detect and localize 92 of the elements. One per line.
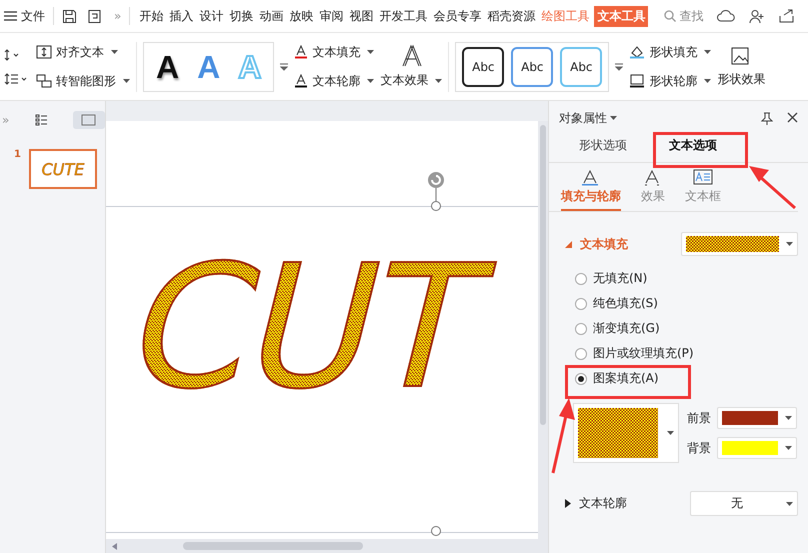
menu-tab[interactable]: 放映 xyxy=(288,6,314,26)
caret-icon xyxy=(785,416,792,420)
pattern-dropdown[interactable] xyxy=(573,403,679,463)
fill-outline-icon xyxy=(581,169,601,186)
align-text-icon xyxy=(36,45,52,59)
caret-icon xyxy=(667,431,674,435)
menu-tab[interactable]: 开始 xyxy=(138,6,164,26)
shape-outline-icon xyxy=(629,74,646,88)
caret-icon xyxy=(610,116,617,120)
caret-icon xyxy=(435,78,442,82)
share-icon[interactable] xyxy=(779,9,794,23)
color-dropdown[interactable] xyxy=(717,437,797,459)
save-icon[interactable] xyxy=(62,8,77,24)
slide-view-tab[interactable] xyxy=(73,111,105,129)
thumbnail-text: CUTE xyxy=(42,160,84,178)
gallery-more-icon[interactable] xyxy=(615,62,624,72)
menu-tab[interactable]: 插入 xyxy=(168,6,194,26)
expanded-icon[interactable] xyxy=(565,240,572,248)
shape-fill-button[interactable]: 形状填充 xyxy=(629,44,712,60)
fill-dropdown[interactable] xyxy=(681,232,798,256)
caret-icon xyxy=(704,50,712,54)
panel-tab[interactable]: 文本选项 xyxy=(669,137,717,154)
menu-tab[interactable]: 动画 xyxy=(258,6,284,26)
shape-style-sample[interactable]: Abc xyxy=(462,46,504,86)
shape-outline-button[interactable]: 形状轮廓 xyxy=(629,72,712,90)
menu-tab[interactable]: 稻壳资源 xyxy=(486,6,536,26)
text-style-sample[interactable]: A xyxy=(156,50,180,82)
file-menu[interactable]: 文件 xyxy=(4,8,45,24)
option-label: 图案填充(A) xyxy=(593,370,659,387)
document-icon[interactable] xyxy=(87,8,102,24)
horizontal-scrollbar[interactable] xyxy=(106,539,548,553)
collapsed-icon[interactable] xyxy=(565,499,571,508)
menu-tab[interactable]: 开发工具 xyxy=(378,6,428,26)
panel-title[interactable]: 对象属性 xyxy=(559,110,617,126)
caret-icon xyxy=(704,79,712,83)
text-outline-button[interactable]: 文本轮廓 xyxy=(294,72,374,90)
radio-button[interactable] xyxy=(575,348,587,360)
text-fill-button[interactable]: 文本填充 xyxy=(294,44,374,60)
radio-button[interactable] xyxy=(575,372,587,384)
outline-dropdown[interactable]: 无 xyxy=(690,491,798,516)
caret-icon xyxy=(786,502,793,506)
shape-effect-button[interactable]: 形状效果 xyxy=(717,45,766,88)
caret-icon xyxy=(786,242,793,246)
add-user-icon[interactable] xyxy=(749,8,765,24)
panel-tab[interactable]: 形状选项 xyxy=(579,137,627,154)
gallery-more-icon[interactable] xyxy=(280,62,288,72)
option-label: 无填充(N) xyxy=(593,270,648,287)
caret-icon xyxy=(367,79,374,83)
text-outline-icon xyxy=(294,74,308,88)
option-label: 图片或纹理填充(P) xyxy=(593,345,694,362)
slide-number: 1 xyxy=(14,149,21,160)
caret-icon xyxy=(123,79,130,83)
resize-handle[interactable] xyxy=(431,526,441,536)
shape-style-sample[interactable]: Abc xyxy=(511,46,554,86)
align-text-button[interactable]: 对齐文本 xyxy=(36,44,130,60)
text-fill-icon xyxy=(294,45,308,59)
text-box-icon xyxy=(693,169,713,186)
search-button[interactable]: 查找 xyxy=(664,8,704,24)
background-label: 背景 xyxy=(687,440,711,456)
radio-button[interactable] xyxy=(575,298,587,310)
foreground-label: 前景 xyxy=(687,410,711,426)
menu-tab[interactable]: 审阅 xyxy=(318,6,344,26)
vertical-scrollbar[interactable] xyxy=(538,121,548,539)
section-header[interactable]: 文本轮廓 xyxy=(579,495,682,512)
caret-icon xyxy=(367,50,374,54)
menu-tab[interactable]: 视图 xyxy=(348,6,374,26)
scroll-left-icon[interactable] xyxy=(112,542,117,550)
cloud-icon[interactable] xyxy=(717,9,735,23)
rotate-handle[interactable] xyxy=(426,171,446,201)
smart-art-button[interactable]: 转智能图形 xyxy=(36,72,130,90)
outline-view-icon[interactable] xyxy=(35,114,47,126)
caret-icon xyxy=(785,446,792,450)
menu-tab[interactable]: 设计 xyxy=(198,6,224,26)
option-label: 纯色填充(S) xyxy=(593,295,658,312)
resize-handle[interactable] xyxy=(431,201,441,211)
text-effect-button[interactable]: 文本效果 xyxy=(380,44,442,89)
shape-fill-icon xyxy=(629,45,646,59)
menu-tab[interactable]: 会员专享 xyxy=(432,6,482,26)
menu-tab[interactable]: 切换 xyxy=(228,6,254,26)
option-label: 渐变填充(G) xyxy=(593,320,660,337)
radio-button[interactable] xyxy=(575,272,587,284)
menu-icon xyxy=(4,11,17,21)
search-icon xyxy=(664,10,676,22)
pin-icon[interactable] xyxy=(761,112,773,124)
caret-icon xyxy=(111,50,118,54)
shape-style-sample[interactable]: Abc xyxy=(560,46,602,86)
color-dropdown[interactable] xyxy=(717,407,797,429)
slide-view-icon xyxy=(81,114,97,126)
text-effect-icon xyxy=(400,44,422,68)
close-icon[interactable] xyxy=(787,112,798,122)
radio-button[interactable] xyxy=(575,322,587,334)
smart-art-icon xyxy=(36,74,52,88)
